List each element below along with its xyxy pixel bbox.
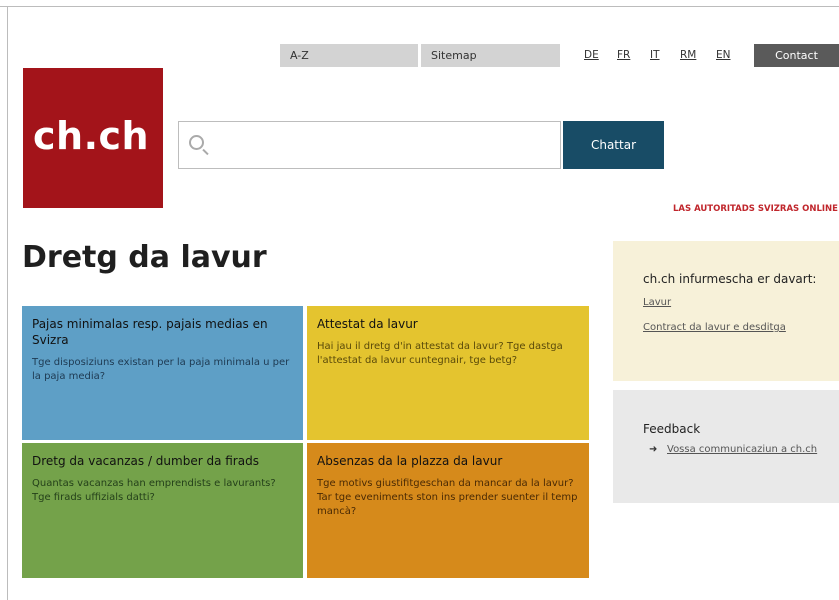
lang-rm-link[interactable]: RM <box>680 44 696 67</box>
tagline: LAS AUTORITADS SVIZRAS ONLINE <box>673 204 838 214</box>
search-box <box>178 121 561 169</box>
tile-text: Hai jau il dretg d'in attestat da lavur?… <box>317 341 563 366</box>
tile-title: Dretg da vacanzas / dumber da firads <box>32 454 259 468</box>
tile-work-certificate[interactable]: Attestat da lavur Hai jau il dretg d'in … <box>307 306 589 440</box>
lang-en-link[interactable]: EN <box>716 44 731 67</box>
tile-minimum-wage[interactable]: Pajas minimalas resp. pajais medias en S… <box>22 306 303 440</box>
lang-de-link[interactable]: DE <box>584 44 599 67</box>
tile-title: Absenzas da la plazza da lavur <box>317 454 503 468</box>
search-button[interactable]: Chattar <box>563 121 664 169</box>
tile-text: Tge motivs giustifitgeschan da mancar da… <box>317 478 578 517</box>
page-title: Dretg da lavur <box>22 240 267 275</box>
arrow-right-icon: ➜ <box>649 444 658 455</box>
feedback-link-row: ➜ Vossa communicaziun a ch.ch <box>643 442 839 458</box>
search-icon <box>189 135 204 150</box>
ch-logo[interactable]: ch.ch <box>23 68 163 208</box>
info-link-contract[interactable]: Contract da lavur e desditga <box>643 322 839 333</box>
search-input[interactable] <box>215 130 549 162</box>
feedback-link[interactable]: Vossa communicaziun a ch.ch <box>667 444 817 455</box>
feedback-box: Feedback ➜ Vossa communicaziun a ch.ch <box>613 390 839 503</box>
contact-button[interactable]: Contact <box>754 44 839 67</box>
frame-left-border <box>7 6 8 600</box>
tile-text: Tge disposiziuns existan per la paja min… <box>32 357 290 382</box>
lang-it-link[interactable]: IT <box>650 44 660 67</box>
info-box: ch.ch infurmescha er davart: Lavur Contr… <box>613 241 839 381</box>
lang-fr-link[interactable]: FR <box>617 44 630 67</box>
logo-text: ch.ch <box>33 114 150 158</box>
tile-vacation[interactable]: Dretg da vacanzas / dumber da firads Qua… <box>22 443 303 578</box>
frame-top-border <box>0 6 839 7</box>
info-link-lavur[interactable]: Lavur <box>643 297 839 308</box>
tile-title: Attestat da lavur <box>317 317 418 331</box>
az-tab[interactable]: A-Z <box>280 44 418 67</box>
feedback-heading: Feedback <box>643 422 701 436</box>
sitemap-tab[interactable]: Sitemap <box>421 44 560 67</box>
tile-absences[interactable]: Absenzas da la plazza da lavur Tge motiv… <box>307 443 589 578</box>
info-heading: ch.ch infurmescha er davart: <box>643 272 817 286</box>
tile-text: Quantas vacanzas han emprendists e lavur… <box>32 478 276 503</box>
tile-title: Pajas minimalas resp. pajais medias en S… <box>32 317 268 347</box>
